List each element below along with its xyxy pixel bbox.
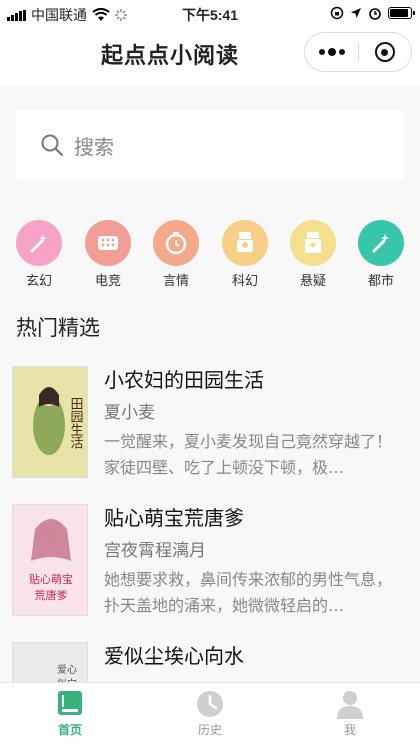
book-description: 一觉醒来，夏小麦发现自己竟然穿越了！家徒四壁、吃了上顿没下顿，极…: [104, 432, 393, 477]
category-list: 玄幻 电竞 言情 科幻 悬疑 都市: [0, 220, 420, 289]
book-author: 宫夜霄程漓月: [104, 541, 206, 561]
search-placeholder: 搜索: [74, 134, 114, 159]
book-item[interactable]: 田园生活 小农妇的田园生活 夏小麦 一觉醒来，夏小麦发现自己竟然穿越了！家徒四壁…: [0, 358, 420, 488]
category-label: 悬疑: [299, 274, 326, 289]
robot-icon: [237, 232, 253, 252]
book-cover: 田园生活: [12, 366, 88, 478]
category-xuanyi[interactable]: 悬疑: [289, 220, 337, 289]
tab-me[interactable]: 我: [280, 683, 420, 746]
alarm-icon: [369, 8, 381, 20]
cover-title: 贴心萌宝: [29, 572, 73, 586]
category-yanqing[interactable]: 言情: [152, 220, 200, 289]
category-dushi[interactable]: 都市: [357, 220, 405, 289]
tab-home[interactable]: 首页: [0, 683, 140, 746]
search-input[interactable]: 搜索: [16, 110, 404, 180]
book-cover: 贴心萌宝 荒唐爹: [12, 504, 88, 616]
book-icon: [58, 691, 82, 715]
detective-icon: [305, 232, 321, 253]
status-bar: 中国联通 下午5:41: [0, 0, 420, 28]
tab-label: 我: [343, 723, 356, 737]
tab-label: 历史: [197, 723, 222, 737]
page-title: 起点点小阅读: [100, 44, 239, 69]
cover-title: 田园生活: [68, 397, 84, 449]
cover-title: 爱心: [57, 663, 77, 676]
user-icon: [337, 691, 363, 719]
tab-history[interactable]: 历史: [140, 683, 280, 746]
category-label: 言情: [162, 274, 189, 289]
magic-wand-icon: [372, 234, 389, 253]
more-dot-icon: [327, 48, 336, 56]
tab-bar: 首页 历史 我: [0, 682, 420, 746]
cover-title: 荒唐爹: [35, 588, 68, 602]
category-dianjing[interactable]: 电竞: [84, 220, 132, 289]
category-label: 科幻: [231, 274, 258, 289]
lock-rotation-icon: [330, 6, 344, 20]
close-button[interactable]: [359, 42, 411, 62]
category-kehuan[interactable]: 科幻: [221, 220, 269, 289]
mini-program-capsule: [304, 32, 412, 72]
search-icon: [41, 134, 64, 157]
book-author: 夏小麦: [104, 403, 155, 423]
category-label: 玄幻: [25, 274, 52, 289]
book-title: 贴心萌宝荒唐爹: [104, 506, 244, 530]
category-circle: [358, 220, 404, 266]
more-dot-icon: [338, 49, 345, 55]
book-title: 爱似尘埃心向水: [104, 644, 244, 668]
game-icon: [98, 236, 118, 250]
category-circle: [222, 220, 268, 266]
book-title: 小农妇的田园生活: [104, 368, 264, 392]
more-dot-icon: [318, 49, 325, 55]
tab-label: 首页: [57, 723, 82, 737]
category-circle: [290, 220, 336, 266]
cover-image: 田园生活: [13, 367, 87, 477]
location-icon: [351, 8, 361, 18]
heart-clock-icon: [165, 232, 187, 255]
more-button[interactable]: [305, 48, 358, 56]
category-circle: [16, 220, 62, 266]
section-title: 热门精选: [16, 316, 100, 340]
category-circle: [85, 220, 131, 266]
status-right: [330, 6, 415, 20]
book-item[interactable]: 贴心萌宝 荒唐爹 贴心萌宝荒唐爹 宫夜霄程漓月 她想要求救，鼻间传来浓郁的男性气…: [0, 496, 420, 626]
magic-wand-icon: [30, 234, 47, 253]
clock-icon: [197, 691, 223, 717]
category-circle: [153, 220, 199, 266]
cover-image: 贴心萌宝 荒唐爹: [13, 505, 87, 615]
category-xuanhuan[interactable]: 玄幻: [15, 220, 63, 289]
category-label: 都市: [367, 274, 394, 289]
target-icon: [374, 42, 395, 62]
book-description: 她想要求救，鼻间传来浓郁的男性气息，扑天盖地的涌来，她微微轻启的…: [104, 570, 393, 615]
category-label: 电竞: [94, 274, 121, 289]
battery-icon: [388, 7, 415, 19]
